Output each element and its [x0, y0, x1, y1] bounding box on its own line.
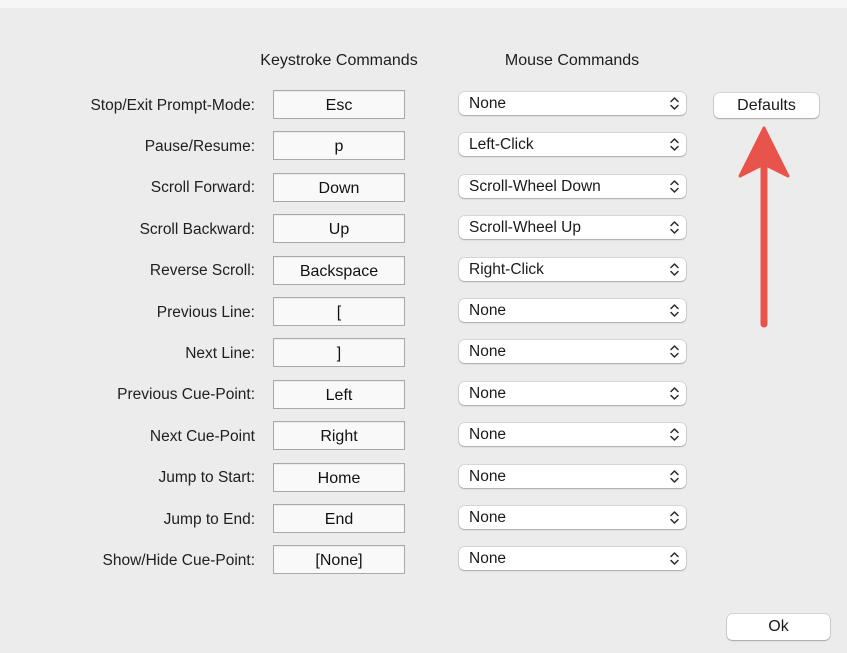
- select-value: Scroll-Wheel Down: [469, 177, 601, 195]
- previous-line-mouse-select[interactable]: None: [459, 299, 686, 322]
- previous-line-keystroke-field[interactable]: [: [273, 297, 405, 326]
- up-down-chevron-icon: [670, 97, 679, 110]
- jump-to-end-label: Jump to End:: [163, 510, 255, 528]
- select-value: Right-Click: [469, 260, 544, 278]
- previous-cue-point-keystroke-field[interactable]: Left: [273, 379, 405, 409]
- ok-button[interactable]: Ok: [727, 614, 830, 640]
- up-down-chevron-icon: [670, 138, 679, 152]
- previous-cue-point-label: Previous Cue-Point:: [117, 386, 255, 404]
- up-down-chevron-icon: [670, 180, 679, 193]
- scroll-forward-mouse-select[interactable]: Scroll-Wheel Down: [459, 174, 686, 198]
- jump-to-end-keystroke-field[interactable]: End: [273, 504, 405, 533]
- next-cue-point-label: Next Cue-Point: [149, 427, 255, 445]
- previous-cue-point-mouse-select[interactable]: None: [459, 381, 686, 405]
- up-down-chevron-icon: [670, 469, 679, 483]
- select-value: None: [469, 550, 507, 568]
- pause-resume-mouse-select[interactable]: Left-Click: [459, 133, 686, 157]
- next-line-mouse-select[interactable]: None: [459, 340, 686, 364]
- select-value: None: [469, 509, 507, 526]
- jump-to-start-label: Jump to Start:: [158, 469, 255, 487]
- up-down-chevron-icon: [670, 304, 679, 317]
- show-hide-cue-point-mouse-select[interactable]: None: [459, 547, 686, 571]
- up-down-chevron-icon: [670, 428, 679, 441]
- next-line-label: Next Line:: [185, 344, 255, 362]
- keystroke-commands-header: Keystroke Commands: [260, 52, 418, 69]
- select-value: None: [469, 426, 507, 444]
- up-down-chevron-icon: [670, 345, 679, 359]
- jump-to-end-mouse-select[interactable]: None: [459, 506, 686, 529]
- reverse-scroll-label: Reverse Scroll:: [149, 262, 255, 280]
- up-down-chevron-icon: [670, 511, 679, 524]
- scroll-backward-mouse-select[interactable]: Scroll-Wheel Up: [459, 216, 686, 240]
- jump-to-start-keystroke-field[interactable]: Home: [273, 462, 405, 492]
- up-down-chevron-icon: [670, 387, 679, 400]
- mouse-commands-header: Mouse Commands: [504, 52, 640, 69]
- select-value: None: [469, 467, 507, 485]
- up-down-chevron-icon: [670, 552, 679, 566]
- scroll-backward-label: Scroll Backward:: [139, 220, 255, 238]
- next-cue-point-keystroke-field[interactable]: Right: [273, 421, 405, 451]
- reverse-scroll-mouse-select[interactable]: Right-Click: [459, 257, 686, 281]
- pause-resume-label: Pause/Resume:: [144, 137, 255, 155]
- stop-exit-prompt-mode-keystroke-field[interactable]: Esc: [273, 90, 405, 119]
- previous-line-label: Previous Line:: [156, 303, 255, 321]
- reverse-scroll-keystroke-field[interactable]: Backspace: [273, 255, 405, 285]
- up-down-chevron-icon: [670, 221, 679, 234]
- select-value: None: [469, 95, 507, 112]
- stop-exit-prompt-mode-mouse-select[interactable]: None: [459, 92, 686, 115]
- next-cue-point-mouse-select[interactable]: None: [459, 423, 686, 447]
- select-value: None: [469, 384, 507, 402]
- scroll-backward-keystroke-field[interactable]: Up: [273, 214, 405, 244]
- select-value: None: [469, 302, 507, 319]
- scroll-forward-keystroke-field[interactable]: Down: [273, 172, 405, 202]
- next-line-keystroke-field[interactable]: ]: [273, 338, 405, 368]
- up-down-chevron-icon: [670, 262, 679, 276]
- show-hide-cue-point-keystroke-field[interactable]: [None]: [273, 545, 405, 575]
- select-value: None: [469, 343, 507, 361]
- pause-resume-keystroke-field[interactable]: p: [273, 131, 405, 161]
- select-value: Scroll-Wheel Up: [469, 219, 581, 237]
- stop-exit-prompt-mode-label: Stop/Exit Prompt-Mode:: [90, 96, 255, 114]
- show-hide-cue-point-label: Show/Hide Cue-Point:: [102, 551, 256, 569]
- defaults-button[interactable]: Defaults: [714, 93, 819, 118]
- jump-to-start-mouse-select[interactable]: None: [459, 464, 686, 488]
- red-arrow-up-icon: [738, 126, 790, 328]
- scroll-forward-label: Scroll Forward:: [150, 179, 255, 197]
- select-value: Left-Click: [469, 136, 534, 154]
- window-top-strip: [0, 0, 847, 8]
